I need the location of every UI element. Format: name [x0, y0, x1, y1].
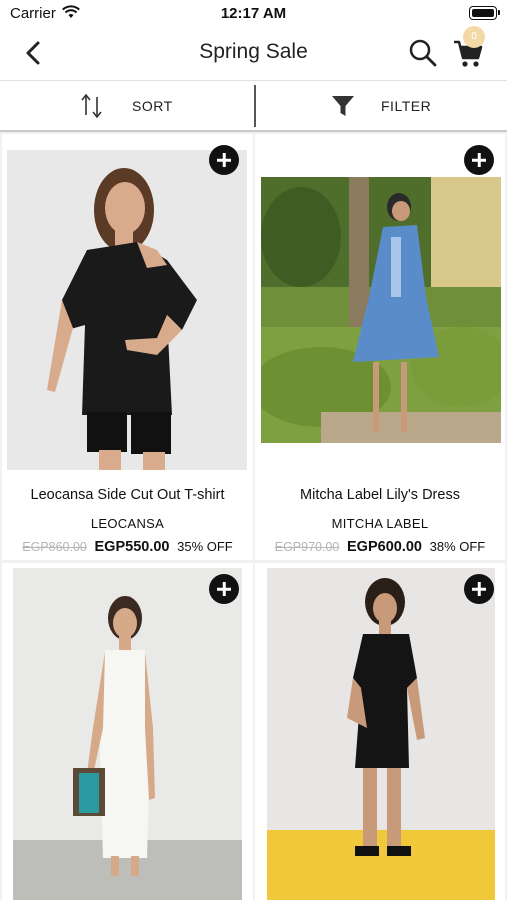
filter-label: FILTER	[381, 98, 432, 114]
add-to-cart-plus-icon[interactable]	[209, 574, 239, 604]
product-photo[interactable]	[261, 177, 501, 443]
sort-arrows-icon	[81, 93, 102, 119]
product-photo[interactable]	[267, 568, 495, 900]
product-card[interactable]: Mitcha Label Lily's Dress MITCHA LABEL E…	[255, 134, 505, 560]
discount-label: 38% OFF	[429, 539, 486, 554]
cart-count-badge: 0	[463, 26, 485, 48]
sort-label: SORT	[132, 98, 173, 114]
status-bar: Carrier 12:17 AM	[0, 0, 507, 28]
sale-price: EGP600.00	[347, 539, 422, 555]
product-card[interactable]: Leocansa Side Cut Out T-shirt LEOCANSA E…	[2, 134, 253, 560]
nav-bar: Spring Sale	[0, 28, 507, 78]
product-name: Mitcha Label Lily's Dress	[300, 487, 460, 503]
sale-price: EGP550.00	[94, 539, 170, 555]
add-to-cart-plus-icon[interactable]	[464, 145, 494, 175]
clock: 12:17 AM	[220, 5, 287, 22]
search-icon[interactable]	[408, 38, 438, 68]
product-name: Leocansa Side Cut Out T-shirt	[30, 487, 225, 503]
sort-filter-toolbar: SORT FILTER	[0, 80, 507, 132]
product-brand: MITCHA LABEL	[331, 516, 429, 531]
original-price: EGP970.00	[274, 540, 340, 554]
discount-label: 35% OFF	[177, 539, 233, 554]
product-photo[interactable]	[13, 568, 242, 900]
filter-funnel-icon	[332, 96, 354, 116]
price-row: EGP970.00 EGP600.00 38% OFF	[255, 539, 505, 555]
add-to-cart-plus-icon[interactable]	[209, 145, 239, 175]
filter-button[interactable]: FILTER	[256, 81, 507, 131]
add-to-cart-plus-icon[interactable]	[464, 574, 494, 604]
original-price: EGP860.00	[22, 540, 87, 554]
product-photo[interactable]	[7, 150, 247, 470]
product-card[interactable]	[255, 563, 505, 900]
sort-button[interactable]: SORT	[0, 81, 254, 131]
product-brand: LEOCANSA	[90, 516, 165, 531]
product-card[interactable]	[2, 563, 253, 900]
price-row: EGP860.00 EGP550.00 35% OFF	[2, 539, 253, 555]
battery-icon	[469, 6, 500, 20]
